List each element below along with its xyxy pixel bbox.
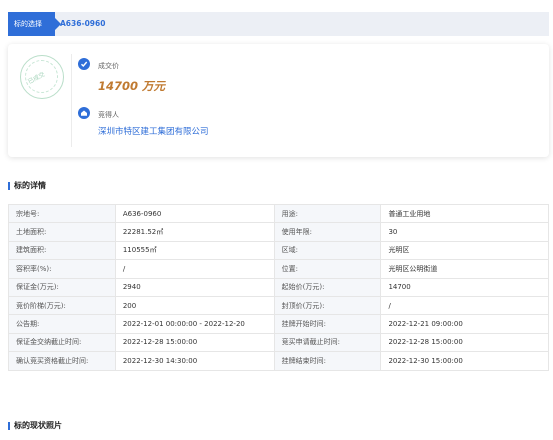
result-card: 已成交 成交价 14700 万元 竞得人 深圳市特区建工集团有限公司 <box>8 44 549 157</box>
deal-price: 14700 万元 <box>98 79 166 93</box>
detail-value: 2022-12-21 09:00:00 <box>380 314 549 334</box>
detail-value: 2022-12-01 00:00:00 - 2022-12-20 <box>114 314 275 334</box>
table-row: 容积率(%): / 位置: 光明区公明街道 <box>8 259 549 279</box>
divider <box>71 54 72 147</box>
detail-value: 2022-12-28 15:00:00 <box>114 332 275 353</box>
winner-label: 竞得人 <box>98 111 119 119</box>
detail-value: A636-0960 <box>114 203 275 224</box>
deal-stamp: 已成交 <box>20 55 64 99</box>
detail-value: 200 <box>114 295 275 316</box>
detail-value: 2022-12-28 15:00:00 <box>380 332 549 353</box>
detail-label: 挂牌结束时间: <box>273 351 382 371</box>
detail-label: 保证金(万元): <box>8 277 116 297</box>
detail-value: 22281.52㎡ <box>114 222 275 242</box>
detail-label: 土地面积: <box>8 222 116 242</box>
detail-value: 30 <box>380 222 549 242</box>
detail-label: 建筑面积: <box>8 240 116 261</box>
detail-label: 竞价阶梯(万元): <box>8 295 116 316</box>
detail-label: 位置: <box>273 259 382 279</box>
winner-icon <box>78 107 90 119</box>
table-row: 公告期: 2022-12-01 00:00:00 - 2022-12-20 挂牌开始… <box>8 314 549 334</box>
table-row: 建筑面积: 110555㎡ 区域: 光明区 <box>8 240 549 261</box>
detail-label: 宗地号: <box>8 203 116 224</box>
detail-label: 用途: <box>273 203 382 224</box>
detail-label: 公告期: <box>8 314 116 334</box>
detail-value: 110555㎡ <box>114 240 275 261</box>
detail-value: 14700 <box>380 277 549 297</box>
detail-label: 区域: <box>273 240 382 261</box>
detail-value: 光明区 <box>380 240 549 261</box>
photos-heading: 标的现状照片 <box>8 420 62 432</box>
winner-name[interactable]: 深圳市特区建工集团有限公司 <box>98 125 209 137</box>
table-row: 宗地号: A636-0960 用途: 普通工业用地 <box>8 203 549 224</box>
detail-value: 2022-12-30 15:00:00 <box>380 351 549 371</box>
detail-label: 使用年限: <box>273 222 382 242</box>
details-table: 宗地号: A636-0960 用途: 普通工业用地 土地面积: 22281.52㎡ 使用年限… <box>8 203 549 371</box>
table-row: 竞价阶梯(万元): 200 封顶价(万元): / <box>8 295 549 316</box>
details-heading: 标的详情 <box>8 180 46 192</box>
detail-label: 封顶价(万元): <box>273 295 382 316</box>
detail-value: 2022-12-30 14:30:00 <box>114 351 275 371</box>
detail-label: 起始价(万元): <box>273 277 382 297</box>
detail-label: 竞买申请截止时间: <box>273 332 382 353</box>
price-icon <box>78 58 90 70</box>
deal-price-label: 成交价 <box>98 62 119 70</box>
table-row: 土地面积: 22281.52㎡ 使用年限: 30 <box>8 222 549 242</box>
detail-value: / <box>114 259 275 279</box>
detail-label: 保证金交纳截止时间: <box>8 332 116 353</box>
detail-label: 挂牌开始时间: <box>273 314 382 334</box>
detail-value: / <box>380 295 549 316</box>
breadcrumb: 标的选择 A636-0960 <box>8 12 549 36</box>
breadcrumb-tab[interactable]: 标的选择 <box>8 12 61 36</box>
detail-value: 2940 <box>114 277 275 297</box>
table-row: 保证金交纳截止时间: 2022-12-28 15:00:00 竞买申请截止时间: 20… <box>8 332 549 353</box>
breadcrumb-current: A636-0960 <box>60 19 106 28</box>
table-row: 保证金(万元): 2940 起始价(万元): 14700 <box>8 277 549 297</box>
detail-value: 光明区公明街道 <box>380 259 549 279</box>
detail-label: 确认竞买资格截止时间: <box>8 351 116 371</box>
detail-label: 容积率(%): <box>8 259 116 279</box>
table-row: 确认竞买资格截止时间: 2022-12-30 14:30:00 挂牌结束时间: 202… <box>8 351 549 371</box>
detail-value: 普通工业用地 <box>380 203 549 224</box>
